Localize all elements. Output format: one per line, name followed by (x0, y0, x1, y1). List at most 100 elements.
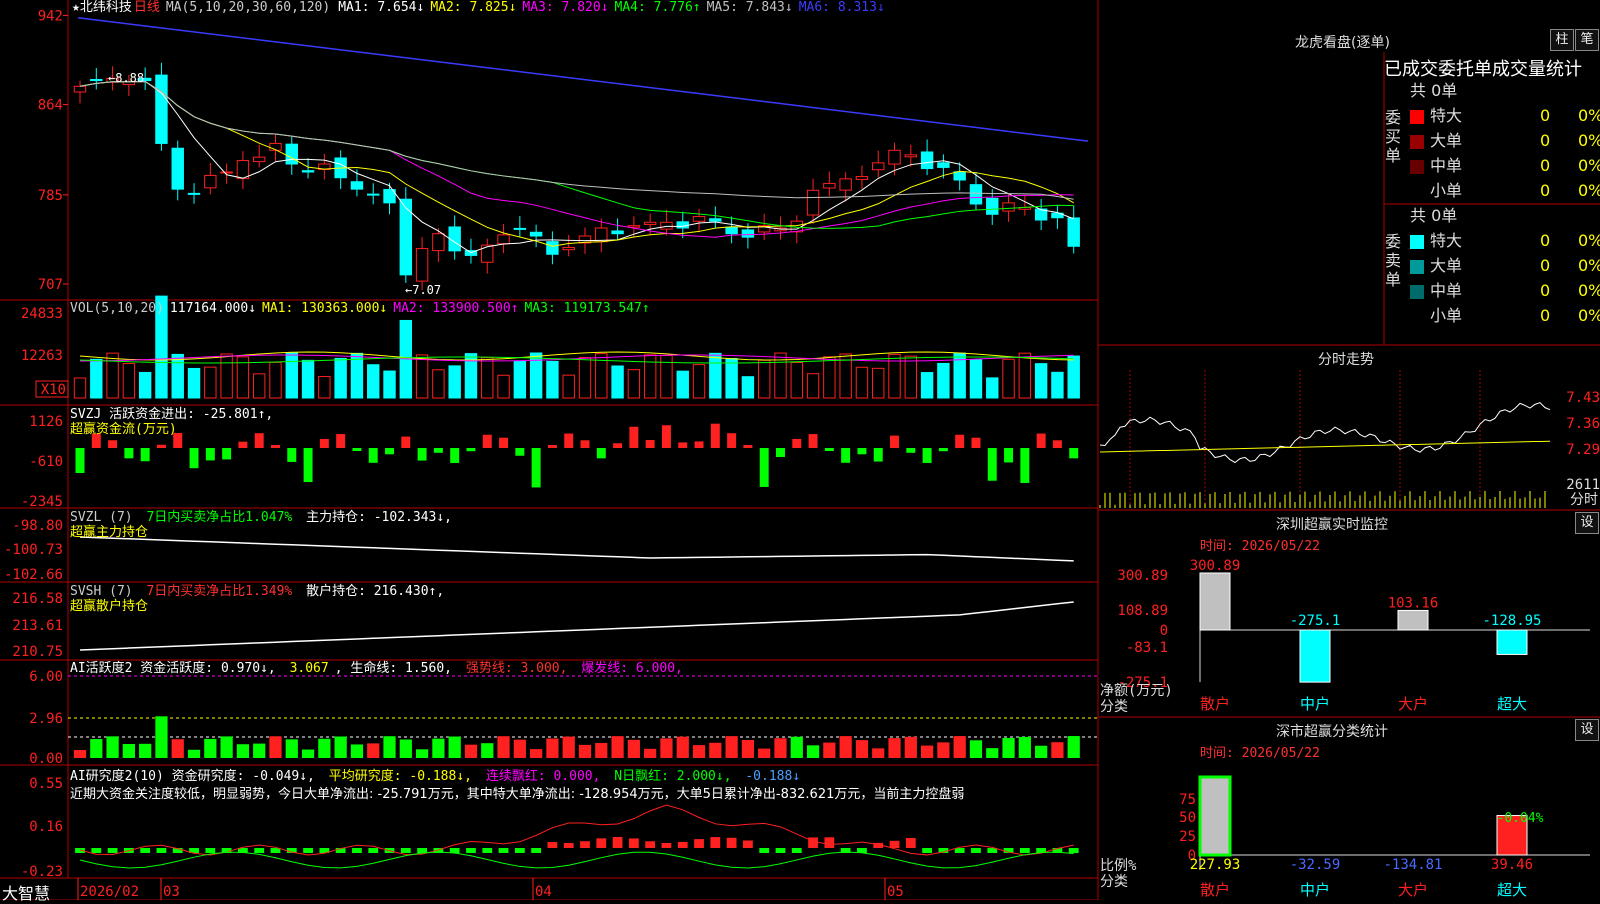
ai-research-bar (628, 838, 639, 848)
sell-total: 共 0单 (1410, 206, 1458, 225)
buy-label: 大单 (1430, 131, 1463, 150)
ai-activity-bar (823, 742, 836, 758)
ai-research-header: AI研究度2(10) 资金研究度: -0.049↓, 平均研究度: -0.188… (70, 768, 1096, 802)
price-tick: 785 (38, 188, 63, 204)
svsh-part-0: SVSH (7) (70, 584, 141, 599)
candle-body (497, 234, 510, 245)
volume-bar (220, 353, 233, 399)
svzj-line1: SVZJ 活跃资金进出: -25.801↑, (70, 407, 274, 422)
ai-activity-bar (904, 736, 917, 758)
sz-stats-xlabel: 分类 (1100, 874, 1128, 890)
sell-label: 小单 (1430, 306, 1463, 325)
candle-body (562, 246, 575, 251)
intraday-tick: 7.36 (1566, 416, 1600, 432)
candle-body (660, 221, 673, 230)
ai-activity-bar (790, 736, 803, 758)
ai-research-bar (922, 848, 932, 853)
sz-stats-category: 散户 (1200, 881, 1230, 899)
ai-research-red-line (79, 804, 1074, 856)
sz-monitor-settings-button[interactable]: 设 (1575, 512, 1599, 534)
ai-activity-bar (285, 739, 298, 758)
column-view-button[interactable]: 柱 (1550, 29, 1574, 51)
main-chart-canvas[interactable]: 942 864 785 707 ←8.88 ←7.07 24833 12263 X10 1126 -… (0, 0, 1600, 900)
svzj-bar (499, 437, 509, 448)
volume-bar (301, 359, 315, 399)
sz-stats-tick: 75 (1179, 792, 1196, 808)
volume-bar (204, 366, 217, 399)
candle-body (529, 231, 543, 237)
sz-stats-value: -134.81 (1383, 857, 1442, 873)
sz-monitor-bar (1299, 629, 1331, 683)
svzl-tick: -100.73 (4, 542, 63, 558)
svzj-bar (808, 434, 818, 448)
price-tick: 864 (38, 98, 63, 114)
ai-activity-bar (432, 738, 445, 758)
svzj-bar (303, 448, 313, 483)
sz-stats-tick: 25 (1179, 829, 1196, 845)
ai-research-tick: 0.55 (29, 776, 63, 792)
sell-count: 0 (1540, 306, 1551, 325)
svzj-bar (482, 434, 492, 448)
sell-pct: 0% (1578, 306, 1600, 325)
sell-swatch (1410, 234, 1424, 249)
ai-research-bar (1019, 848, 1030, 853)
dragon-tabs[interactable]: 已成交委托单成交量统计 (1384, 55, 1598, 81)
ai-research-bar (498, 848, 509, 853)
svzj-bar (417, 448, 427, 461)
sz-stats-category: 大户 (1398, 881, 1428, 899)
volume-bar (269, 361, 282, 399)
vol-part-2: MA1: 130363.000↓ (262, 301, 388, 316)
volume-bar (855, 366, 869, 399)
ai-research-line1: AI研究度2(10) 资金研究度: -0.049↓, 平均研究度: -0.188… (70, 768, 1096, 786)
volume-bar (1018, 352, 1032, 399)
ai-activity-bar (155, 716, 168, 758)
buy-row: 大单 0 0% (1410, 129, 1600, 153)
ma-line-6 (77, 16, 1089, 142)
intraday-unit: 分时 (1570, 492, 1598, 508)
svzj-bar (987, 448, 997, 481)
ai-activity-bar (1067, 736, 1080, 758)
svsh-part-1: 7日内买卖净占比1.349% (146, 584, 293, 599)
volume-bar (806, 373, 820, 399)
volume-bar (285, 352, 298, 399)
ai-activity-tick: 2.96 (29, 711, 63, 727)
tick-view-button[interactable]: 笔 (1575, 29, 1599, 51)
vol-tick: 24833 (21, 306, 63, 322)
volume-bar (692, 364, 706, 399)
ai-activity-bar (513, 739, 526, 758)
svzj-bar (678, 442, 688, 448)
buy-pct: 0% (1578, 131, 1600, 150)
intraday-avg-line (1099, 440, 1551, 453)
volume-bar (513, 360, 527, 399)
ai-activity-bar (806, 745, 820, 758)
volume-bar (415, 354, 429, 399)
ticker-name: ★北纬科技 (72, 0, 132, 15)
candle-body (73, 85, 87, 93)
ai-research-bar (303, 848, 313, 853)
sz-stats-ylabel: 比例% (1100, 858, 1137, 874)
svzl-tick: -102.66 (4, 567, 63, 583)
candle-body (367, 193, 380, 196)
ai-research-bar (352, 848, 362, 853)
ai-activity-bar (758, 748, 771, 758)
buy-label: 小单 (1430, 181, 1463, 200)
ai-activity-bar (301, 749, 315, 758)
ai-research-bar (824, 837, 835, 848)
svzj-bar (108, 440, 118, 448)
ai-research-bar (596, 838, 607, 848)
ma-label: MA(5,10,20,30,60,120) (165, 0, 331, 15)
ai-research-bar (954, 848, 965, 853)
sell-side-label: 委卖单 (1385, 232, 1402, 289)
main-header: ★北纬科技 日线 MA(5,10,20,30,60,120) MA1: 7.654↓ M… (72, 0, 899, 16)
sz-stats-settings-button[interactable]: 设 (1575, 719, 1599, 741)
sell-pct: 0% (1578, 281, 1600, 300)
volume-bar (90, 358, 103, 399)
sell-row: 大单 0 0% (1410, 254, 1600, 278)
sz-monitor-value: -128.95 (1482, 613, 1541, 629)
sell-count: 0 (1540, 281, 1551, 300)
svzj-bar (156, 444, 166, 448)
svzj-bar (1020, 448, 1030, 483)
ai-research-part-4: -0.188↓ (745, 769, 801, 784)
sz-monitor-category: 超大 (1497, 695, 1527, 713)
ai-research-part-2: 连续飘红: 0.000, (485, 769, 609, 784)
